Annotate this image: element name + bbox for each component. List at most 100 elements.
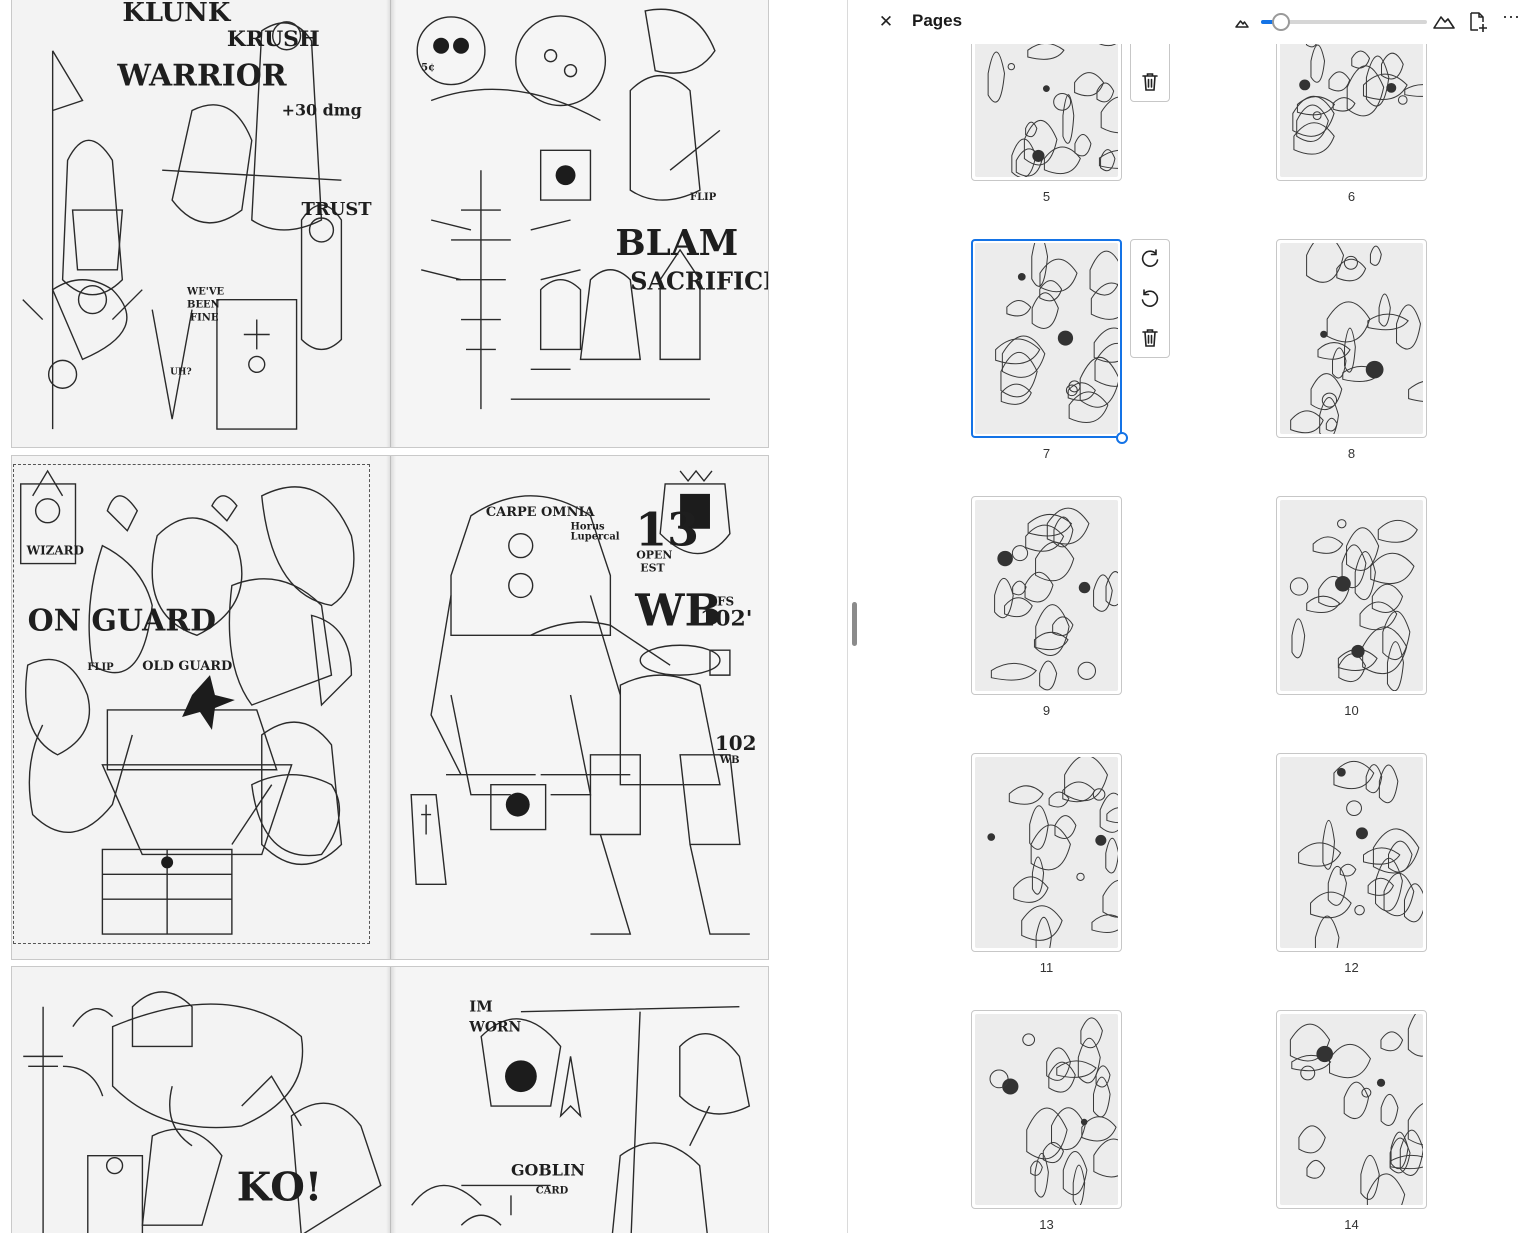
thumbnail-sketch <box>1289 1014 1423 1205</box>
sketch-mark <box>1365 360 1384 379</box>
sketch-stroke <box>1383 872 1415 917</box>
slider-thumb[interactable] <box>1271 13 1290 31</box>
page-thumbnail[interactable] <box>1276 753 1427 952</box>
svg-text:KRUSH: KRUSH <box>227 26 320 52</box>
thumbnail-image <box>1280 243 1423 434</box>
sketch-stroke <box>1031 292 1059 329</box>
sketch-stroke <box>1408 381 1423 402</box>
page-thumbnail[interactable] <box>971 239 1122 438</box>
page-9-view[interactable]: KO! <box>12 967 390 1233</box>
sketch-stroke <box>1407 1103 1423 1146</box>
sketch-stroke <box>1056 1060 1097 1078</box>
sketch-stroke <box>1091 914 1118 933</box>
sketch-stroke <box>1094 343 1118 387</box>
sketch-stroke <box>1366 1173 1406 1205</box>
rotate-counterclockwise-button[interactable] <box>1139 288 1161 310</box>
sketch-stroke <box>1329 1043 1372 1079</box>
sketch-stroke <box>1064 757 1109 802</box>
page-spread-top[interactable]: KLUNK KRUSH WARRIOR +30 dmg TRUST WE'VE … <box>11 0 769 448</box>
page-7-view[interactable]: WIZARD ON GUARD FLIP OLD GUARD <box>12 456 390 959</box>
thumbnail-sketch <box>989 1017 1118 1205</box>
zoom-out-button[interactable] <box>1234 14 1250 30</box>
sketch-stroke <box>1382 610 1411 660</box>
sketch-mark <box>1336 767 1346 777</box>
sketch-stroke <box>1365 55 1390 107</box>
delete-page-button[interactable] <box>1139 71 1161 93</box>
sketch-art: KLUNK KRUSH WARRIOR +30 dmg TRUST WE'VE … <box>22 0 372 430</box>
zoom-in-button[interactable] <box>1433 11 1455 31</box>
svg-text:WB: WB <box>719 755 740 766</box>
sketch-mark <box>1077 661 1097 680</box>
thumbnail-sketch <box>1298 760 1423 948</box>
thumbnail-size-slider[interactable] <box>1261 13 1427 31</box>
insert-page-icon <box>1470 12 1487 32</box>
sketch-stroke <box>1012 580 1027 596</box>
page-thumbnail[interactable] <box>971 496 1122 695</box>
svg-text:FINE: FINE <box>190 313 219 324</box>
page-thumbnail[interactable] <box>1276 496 1427 695</box>
page-thumbnail[interactable] <box>1276 1010 1427 1209</box>
sketch-stroke <box>1290 410 1324 434</box>
page-10-view[interactable]: IM WORN GOBLIN CARD TEUTONIC <box>390 967 768 1233</box>
svg-text:UH?: UH? <box>170 367 192 377</box>
page-thumbnail[interactable] <box>971 1010 1122 1209</box>
sketch-stroke <box>1105 837 1118 874</box>
sketch-mark <box>1076 872 1085 881</box>
page-right-top[interactable]: 5¢ BLAM SACRIFICE FLIP <box>390 0 768 447</box>
sketch-stroke <box>1339 863 1357 877</box>
sketch-stroke <box>1039 258 1078 293</box>
svg-text:CARD: CARD <box>536 1185 569 1196</box>
page-spread-middle[interactable]: WIZARD ON GUARD FLIP OLD GUARD CARPE OMN… <box>11 455 769 960</box>
sketch-stroke <box>1369 245 1382 266</box>
sketch-mark <box>1335 576 1351 592</box>
sketch-mark <box>1007 62 1016 71</box>
svg-text:BLAM: BLAM <box>615 222 738 264</box>
sketch-mark <box>1011 545 1029 562</box>
page-thumbnail[interactable] <box>971 753 1122 952</box>
page-left-top[interactable]: KLUNK KRUSH WARRIOR +30 dmg TRUST WE'VE … <box>12 0 390 447</box>
sketch-stroke <box>1360 1154 1380 1200</box>
sketch-stroke <box>1346 527 1380 571</box>
sketch-stroke <box>1343 1081 1370 1119</box>
page-thumbnail[interactable] <box>1276 239 1427 438</box>
sketch-stroke <box>1312 536 1344 554</box>
insert-page-button[interactable] <box>1468 11 1488 33</box>
sketch-stroke <box>1332 97 1356 112</box>
thumbnail-resize-handle[interactable] <box>1116 432 1128 444</box>
sketch-stroke <box>1326 301 1371 343</box>
page-number-label: 5 <box>1042 189 1051 204</box>
sketch-stroke <box>1372 828 1420 874</box>
sketch-stroke <box>1106 807 1118 824</box>
sketch-stroke <box>1327 865 1347 906</box>
sketch-mark <box>1397 95 1408 105</box>
sketch-mark <box>997 550 1013 567</box>
panel-resize-handle[interactable] <box>852 602 857 646</box>
rotate-clockwise-button[interactable] <box>1139 248 1161 270</box>
svg-text:WORN: WORN <box>468 1020 521 1036</box>
sketch-stroke <box>1377 519 1418 543</box>
pages-panel: ✕ Pages ⋯ 5 6 7 8 9 10 11 12 13 14 <box>860 0 1538 1233</box>
sketch-stroke <box>1042 1141 1065 1164</box>
sketch-mark <box>1343 255 1358 270</box>
sketch-mark <box>1354 904 1365 916</box>
svg-text:OPEN: OPEN <box>636 549 672 562</box>
sketch-stroke <box>1090 282 1118 320</box>
svg-text:IM: IM <box>469 998 492 1016</box>
sketch-art: 5¢ BLAM SACRIFICE FLIP <box>416 8 768 410</box>
sketch-stroke <box>1380 1093 1399 1126</box>
more-options-button[interactable]: ⋯ <box>1502 8 1522 30</box>
thumbnail-sketch <box>1290 243 1423 434</box>
close-button[interactable]: ✕ <box>876 12 896 32</box>
sketch-stroke <box>1039 660 1058 691</box>
sketch-stroke <box>1291 618 1306 659</box>
delete-page-button[interactable] <box>1139 327 1161 349</box>
sketch-stroke <box>1026 1107 1068 1160</box>
page-spread-bottom[interactable]: KO! IM WORN GOBLIN CARD TEUTONIC <box>11 966 769 1233</box>
page-8-view[interactable]: CARPE OMNIA Horus Lupercal 13 OPEN EST W… <box>390 456 768 959</box>
svg-text:CARPE OMNIA: CARPE OMNIA <box>486 505 596 520</box>
svg-text:SACRIFICE: SACRIFICE <box>630 268 768 296</box>
sketch-art: CARPE OMNIA Horus Lupercal 13 OPEN EST W… <box>410 469 757 935</box>
rotate-counterclockwise-icon <box>1141 289 1159 307</box>
document-view[interactable]: KLUNK KRUSH WARRIOR +30 dmg TRUST WE'VE … <box>0 0 848 1233</box>
sketch-stroke <box>1068 391 1109 423</box>
